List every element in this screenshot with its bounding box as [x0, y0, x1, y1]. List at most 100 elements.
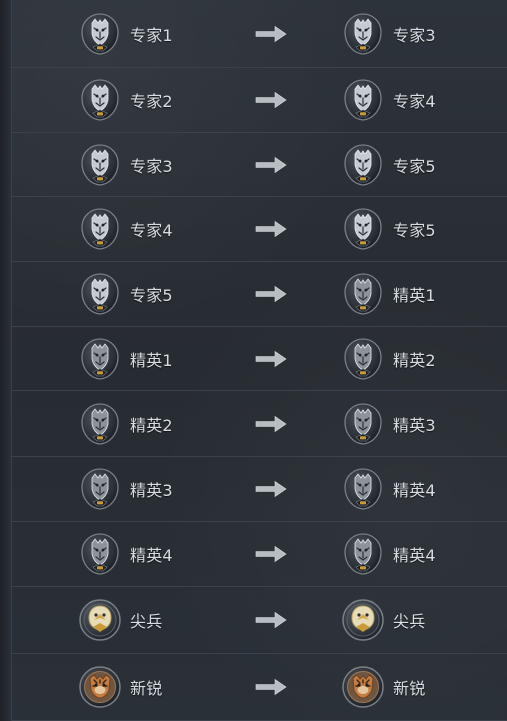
wolf-expert-badge-icon: [344, 79, 382, 121]
right-arrow-icon: [255, 611, 287, 629]
arrow-cell: [254, 197, 288, 261]
tiger-rookie-badge-icon: [79, 666, 121, 708]
to-rank-label: 专家5: [393, 221, 436, 240]
arrow-cell: [254, 522, 288, 586]
from-rank-label: 专家4: [130, 221, 173, 240]
to-rank-badge-wrap: [339, 10, 387, 58]
wolf-expert-badge-icon: [81, 12, 119, 55]
from-rank-badge-wrap: [76, 10, 124, 58]
wolf-elite-badge-icon: [81, 337, 119, 380]
to-rank-cell: 专家4: [339, 68, 436, 132]
to-rank-cell: 精英4: [339, 457, 436, 521]
rank-row: 尖兵 尖兵: [12, 587, 507, 654]
right-arrow-icon: [255, 25, 287, 42]
rank-row: 新锐 新锐: [12, 654, 507, 721]
from-rank-badge-wrap: [76, 141, 124, 189]
to-rank-cell: 精英3: [339, 391, 436, 456]
to-rank-cell: 精英4: [339, 522, 436, 586]
rank-row: 专家1 专家3: [12, 0, 507, 68]
arrow-cell: [254, 133, 288, 196]
rank-row: 专家2 专家4: [12, 68, 507, 133]
to-rank-label: 专家5: [393, 156, 436, 176]
from-rank-label: 精英3: [130, 481, 173, 500]
from-rank-cell: 专家3: [76, 133, 173, 196]
from-rank-label: 专家2: [130, 92, 173, 111]
from-rank-cell: 专家1: [76, 0, 173, 67]
from-rank-label: 精英2: [130, 415, 173, 435]
from-rank-cell: 专家5: [76, 262, 173, 326]
from-rank-label: 专家3: [130, 156, 173, 176]
to-rank-label: 精英1: [393, 286, 436, 305]
right-arrow-icon: [255, 156, 287, 173]
from-rank-label: 新锐: [130, 679, 163, 698]
from-rank-badge-wrap: [76, 270, 124, 318]
to-rank-label: 精英3: [393, 415, 436, 435]
right-arrow-icon: [255, 415, 287, 432]
from-rank-cell: 专家2: [76, 68, 173, 132]
from-rank-cell: 精英1: [76, 327, 173, 390]
wolf-expert-badge-icon: [344, 208, 382, 250]
right-arrow-icon: [255, 285, 287, 303]
rank-row: 精英1 精英2: [12, 327, 507, 391]
wolf-elite-badge-icon: [81, 402, 119, 445]
wolf-elite-badge-icon: [81, 533, 119, 575]
eagle-vanguard-badge-icon: [342, 599, 384, 641]
from-rank-badge-wrap: [76, 205, 124, 253]
wolf-expert-badge-icon: [81, 208, 119, 250]
to-rank-cell: 专家3: [339, 0, 436, 67]
from-rank-badge-wrap: [76, 663, 124, 711]
rank-row: 精英2 精英3: [12, 391, 507, 457]
wolf-elite-badge-icon: [344, 273, 382, 315]
rank-row: 专家4 专家5: [12, 197, 507, 262]
wolf-expert-badge-icon: [81, 143, 119, 186]
to-rank-cell: 尖兵: [339, 587, 425, 653]
right-arrow-icon: [255, 91, 287, 109]
to-rank-badge-wrap: [339, 596, 387, 644]
arrow-cell: [254, 327, 288, 390]
from-rank-label: 精英1: [130, 350, 173, 370]
to-rank-badge-wrap: [339, 205, 387, 253]
to-rank-badge-wrap: [339, 663, 387, 711]
arrow-cell: [254, 587, 288, 653]
rank-row: 精英3 精英4: [12, 457, 507, 522]
from-rank-cell: 精英3: [76, 457, 173, 521]
left-edge-panel: [0, 0, 11, 721]
rank-row: 专家5 精英1: [12, 262, 507, 327]
rank-row: 精英4 精英4: [12, 522, 507, 587]
to-rank-badge-wrap: [339, 335, 387, 383]
rank-row: 专家3 专家5: [12, 133, 507, 197]
from-rank-label: 专家5: [130, 286, 173, 305]
wolf-elite-badge-icon: [81, 468, 119, 510]
to-rank-label: 精英2: [393, 350, 436, 370]
to-rank-label: 专家4: [393, 92, 436, 111]
rank-change-table: 专家1 专家3 专家2 专家4 专家3 专家5 专家4 专家5 专家5 精英1 精英1 精英2 精英2 精…: [0, 0, 507, 721]
wolf-expert-badge-icon: [344, 12, 382, 55]
to-rank-label: 尖兵: [393, 612, 426, 631]
to-rank-badge-wrap: [339, 76, 387, 124]
from-rank-cell: 新锐: [76, 654, 162, 720]
to-rank-cell: 专家5: [339, 133, 436, 196]
from-rank-badge-wrap: [76, 596, 124, 644]
to-rank-badge-wrap: [339, 141, 387, 189]
from-rank-label: 尖兵: [130, 612, 163, 631]
right-arrow-icon: [255, 350, 287, 367]
from-rank-label: 精英4: [130, 546, 173, 565]
right-arrow-icon: [255, 545, 287, 563]
to-rank-badge-wrap: [339, 530, 387, 578]
from-rank-cell: 尖兵: [76, 587, 162, 653]
to-rank-label: 精英4: [393, 546, 436, 565]
from-rank-cell: 精英4: [76, 522, 173, 586]
to-rank-label: 新锐: [393, 679, 426, 698]
arrow-cell: [254, 68, 288, 132]
from-rank-badge-wrap: [76, 400, 124, 448]
arrow-cell: [254, 0, 288, 67]
to-rank-label: 精英4: [393, 481, 436, 500]
to-rank-cell: 精英2: [339, 327, 436, 390]
tiger-rookie-badge-icon: [342, 666, 384, 708]
right-arrow-icon: [255, 220, 287, 238]
to-rank-badge-wrap: [339, 270, 387, 318]
from-rank-badge-wrap: [76, 465, 124, 513]
wolf-expert-badge-icon: [344, 143, 382, 186]
from-rank-label: 专家1: [130, 25, 173, 45]
wolf-elite-badge-icon: [344, 402, 382, 445]
